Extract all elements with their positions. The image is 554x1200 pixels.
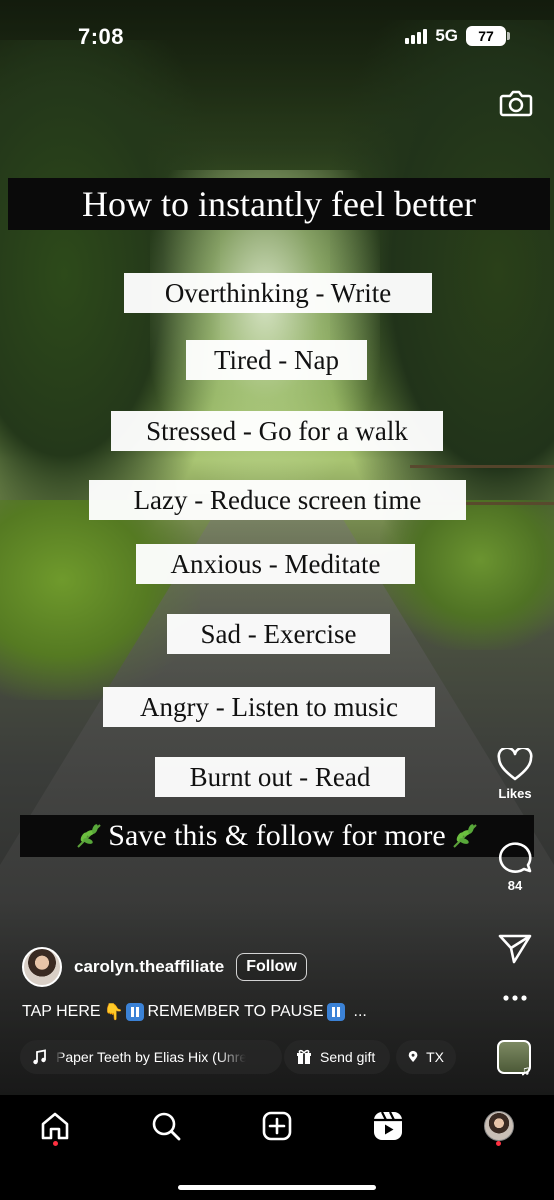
tip-card: Sad - Exercise bbox=[167, 614, 390, 654]
heart-icon bbox=[497, 748, 533, 781]
audio-pill[interactable]: Paper Teeth by Elias Hix (Unreleased) bbox=[20, 1040, 282, 1074]
tip-text: Overthinking - Write bbox=[164, 277, 392, 308]
herb-icon bbox=[77, 824, 101, 848]
home-icon bbox=[41, 1112, 69, 1140]
profile-notification-dot bbox=[496, 1141, 501, 1146]
more-button[interactable] bbox=[492, 992, 538, 1004]
tip-card: Burnt out - Read bbox=[155, 757, 405, 797]
signal-icon bbox=[405, 28, 428, 44]
home-indicator[interactable] bbox=[178, 1185, 376, 1190]
pause-icon bbox=[326, 1003, 345, 1021]
battery-icon: 77 bbox=[466, 26, 510, 46]
audio-title: Paper Teeth by Elias Hix (Unreleased) bbox=[56, 1049, 246, 1065]
tip-card: Stressed - Go for a walk bbox=[111, 411, 443, 451]
network-type: 5G bbox=[435, 26, 458, 45]
music-note-icon bbox=[33, 1049, 46, 1065]
reels-icon bbox=[374, 1111, 402, 1140]
tip-text: Tired - Nap bbox=[214, 344, 339, 375]
send-icon bbox=[498, 934, 532, 964]
tip-card: Overthinking - Write bbox=[124, 273, 432, 313]
tip-text: Anxious - Meditate bbox=[170, 548, 381, 579]
tip-card: Lazy - Reduce screen time bbox=[89, 480, 466, 520]
pause-icon bbox=[126, 1003, 145, 1021]
avatar[interactable] bbox=[22, 947, 62, 987]
overlay-title-band: How to instantly feel better bbox=[8, 178, 550, 230]
gift-icon bbox=[297, 1049, 311, 1064]
comments-count: 84 bbox=[507, 878, 523, 893]
cta-text: Save this & follow for more bbox=[108, 819, 446, 852]
pointing-down-icon: 👇 bbox=[103, 1004, 124, 1021]
nav-home[interactable] bbox=[38, 1109, 72, 1143]
profile-avatar bbox=[484, 1111, 514, 1141]
follow-button[interactable]: Follow bbox=[236, 953, 307, 981]
caption-more[interactable]: ... bbox=[354, 1003, 367, 1021]
location-pill[interactable]: TX bbox=[396, 1040, 456, 1074]
caption[interactable]: TAP HERE 👇 REMEMBER TO PAUSE ... bbox=[22, 1002, 367, 1022]
more-icon bbox=[503, 995, 527, 1001]
caption-text-2: REMEMBER TO PAUSE bbox=[147, 1003, 324, 1020]
herb-icon bbox=[453, 824, 477, 848]
tip-text: Lazy - Reduce screen time bbox=[133, 484, 422, 515]
caption-text: TAP HERE bbox=[22, 1003, 101, 1020]
overlay-title: How to instantly feel better bbox=[82, 184, 476, 224]
nav-create[interactable] bbox=[260, 1109, 294, 1143]
nav-profile[interactable] bbox=[482, 1109, 516, 1143]
likes-label: Likes bbox=[498, 786, 532, 801]
share-button[interactable] bbox=[492, 932, 538, 964]
location-pin-icon bbox=[408, 1050, 418, 1063]
comment-icon bbox=[499, 842, 532, 873]
home-notification-dot bbox=[53, 1141, 58, 1146]
music-note-icon: ♫ bbox=[520, 1062, 531, 1078]
author-row: carolyn.theaffiliate Follow bbox=[22, 947, 307, 987]
nav-reels[interactable] bbox=[371, 1109, 405, 1143]
camera-icon[interactable] bbox=[498, 85, 534, 121]
tip-text: Sad - Exercise bbox=[200, 618, 357, 649]
username[interactable]: carolyn.theaffiliate bbox=[74, 957, 224, 977]
status-indicators: 5G 77 bbox=[405, 26, 510, 46]
search-icon bbox=[152, 1112, 181, 1141]
tip-card: Angry - Listen to music bbox=[103, 687, 435, 727]
tip-text: Angry - Listen to music bbox=[140, 691, 398, 722]
tip-text: Burnt out - Read bbox=[189, 761, 371, 792]
status-time: 7:08 bbox=[78, 24, 125, 49]
nav-search[interactable] bbox=[149, 1109, 183, 1143]
cta-band: Save this & follow for more bbox=[20, 815, 534, 857]
tip-card: Tired - Nap bbox=[186, 340, 367, 380]
tip-card: Anxious - Meditate bbox=[136, 544, 415, 584]
location-label: TX bbox=[426, 1049, 444, 1065]
tip-text: Stressed - Go for a walk bbox=[146, 415, 408, 446]
like-button[interactable]: Likes bbox=[492, 748, 538, 801]
send-gift-pill[interactable]: Send gift bbox=[284, 1040, 390, 1074]
comment-button[interactable]: 84 bbox=[492, 838, 538, 893]
battery-level: 77 bbox=[478, 28, 494, 44]
send-gift-label: Send gift bbox=[320, 1049, 376, 1065]
reel-screen: 7:08 5G 77 How to instantly feel better … bbox=[0, 0, 554, 1200]
plus-square-icon bbox=[262, 1111, 292, 1141]
